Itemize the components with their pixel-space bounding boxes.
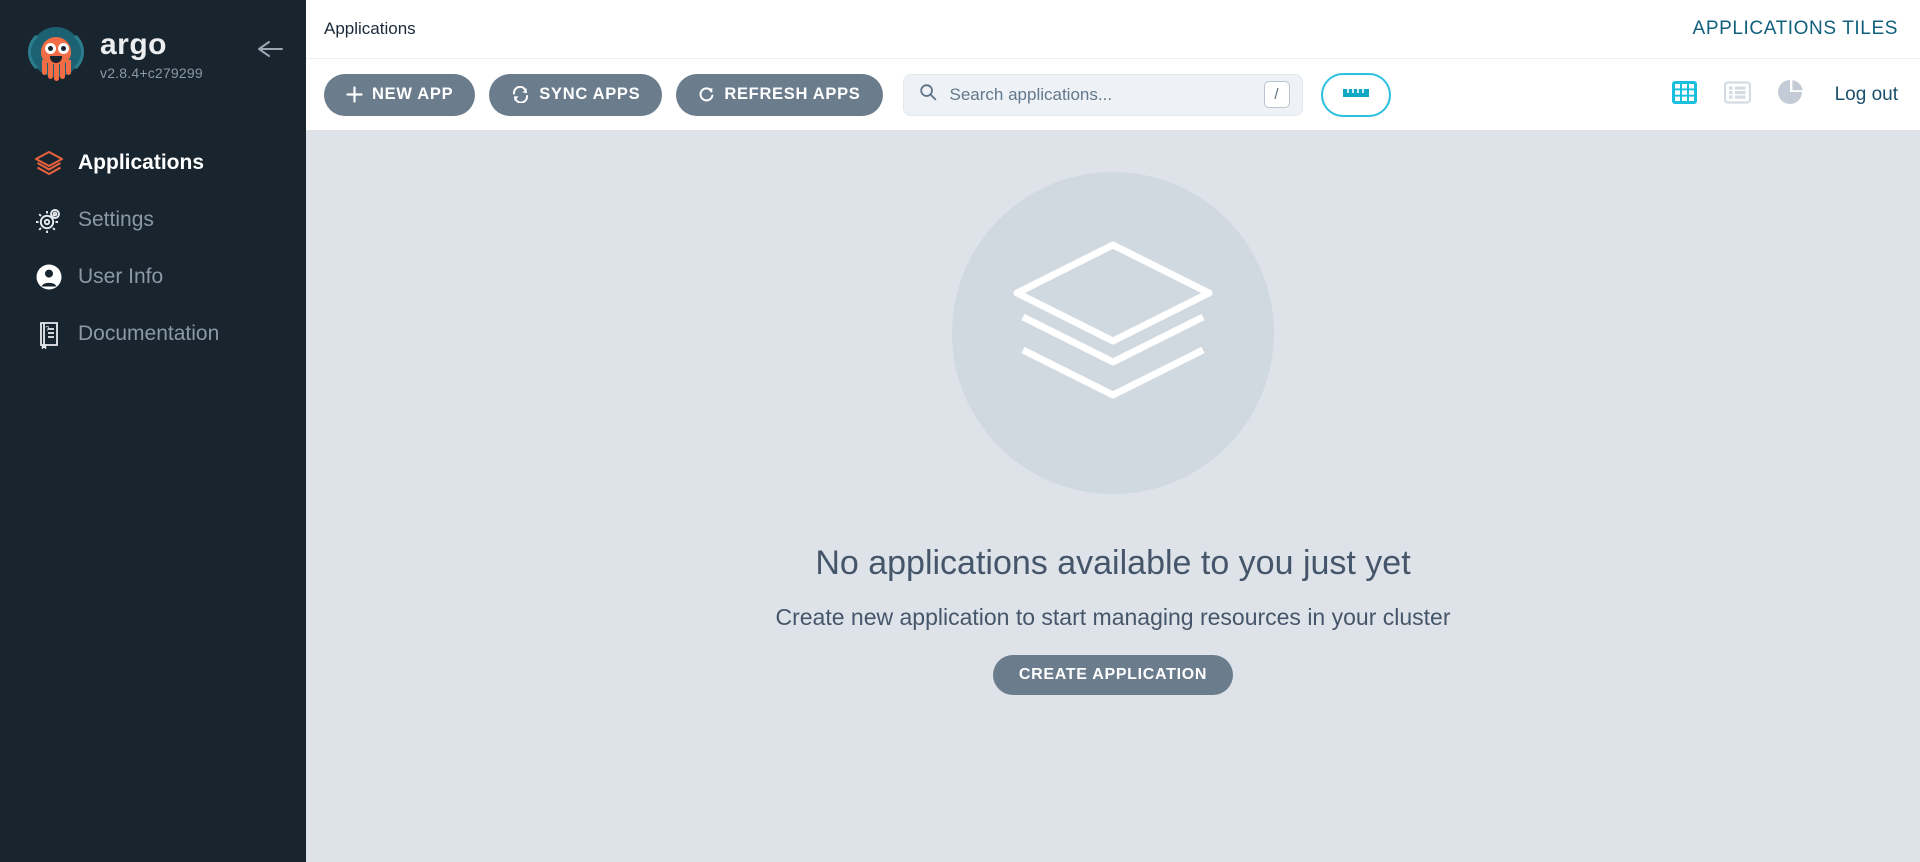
sidebar-item-label: Documentation — [78, 322, 219, 346]
user-circle-icon — [30, 262, 68, 292]
empty-state-title: No applications available to you just ye… — [815, 544, 1410, 583]
version-label: v2.8.4+c279299 — [100, 65, 203, 81]
tiles-view-button[interactable] — [1671, 80, 1698, 110]
sidebar-item-documentation[interactable]: ? Documentation — [0, 305, 306, 362]
pie-chart-icon — [1777, 78, 1805, 111]
sidebar-item-label: Settings — [78, 208, 154, 232]
top-header: Applications APPLICATIONS TILES — [306, 0, 1920, 58]
sidebar-item-label: User Info — [78, 265, 163, 289]
search-shortcut-badge: / — [1264, 81, 1290, 108]
search-box[interactable]: / — [903, 74, 1303, 116]
argocd-app: argo v2.8.4+c279299 Applications — [0, 0, 1920, 862]
arrow-left-icon[interactable] — [256, 26, 284, 64]
sidebar-item-user-info[interactable]: User Info — [0, 248, 306, 305]
sidebar-item-label: Applications — [78, 151, 204, 175]
argo-octopus-logo-icon — [28, 26, 84, 82]
main-area: Applications APPLICATIONS TILES NEW APP — [306, 0, 1920, 862]
sidebar-nav: Applications Settings — [0, 134, 306, 362]
empty-state-icon-circle — [952, 172, 1274, 494]
sidebar-item-settings[interactable]: Settings — [0, 191, 306, 248]
gear-icon — [30, 205, 68, 235]
empty-state: No applications available to you just ye… — [306, 130, 1920, 862]
refresh-apps-button[interactable]: REFRESH APPS — [676, 74, 882, 116]
refresh-apps-label: REFRESH APPS — [724, 85, 860, 104]
layers-icon — [30, 148, 68, 178]
create-application-button[interactable]: CREATE APPLICATION — [993, 655, 1233, 695]
book-icon: ? — [30, 319, 68, 349]
refresh-icon — [698, 86, 715, 103]
brand-name: argo — [100, 28, 203, 62]
breadcrumb: Applications — [324, 19, 416, 39]
layers-icon — [1003, 231, 1223, 436]
toolbar: NEW APP SYNC APPS — [306, 58, 1920, 130]
search-icon — [919, 83, 937, 106]
sliders-icon — [1341, 84, 1371, 105]
logout-button[interactable]: Log out — [1835, 84, 1898, 106]
list-view-button[interactable] — [1724, 80, 1751, 110]
search-input[interactable] — [950, 85, 1264, 105]
sync-apps-button[interactable]: SYNC APPS — [489, 74, 662, 116]
sync-apps-label: SYNC APPS — [539, 85, 640, 104]
brand: argo v2.8.4+c279299 — [0, 26, 306, 96]
search-container: / — [903, 74, 1303, 116]
page-title: APPLICATIONS TILES — [1693, 18, 1898, 40]
sync-icon — [511, 86, 530, 103]
empty-state-subtitle: Create new application to start managing… — [775, 604, 1450, 631]
new-app-label: NEW APP — [372, 85, 453, 104]
new-app-button[interactable]: NEW APP — [324, 74, 475, 116]
sidebar: argo v2.8.4+c279299 Applications — [0, 0, 306, 862]
list-icon — [1724, 80, 1751, 110]
summary-view-button[interactable] — [1777, 78, 1805, 111]
svg-text:?: ? — [45, 326, 49, 333]
filter-toggle-button[interactable] — [1321, 73, 1391, 117]
plus-icon — [346, 86, 363, 103]
sidebar-item-applications[interactable]: Applications — [0, 134, 306, 191]
toolbar-right: Log out — [1671, 78, 1898, 111]
grid-icon — [1671, 80, 1698, 110]
